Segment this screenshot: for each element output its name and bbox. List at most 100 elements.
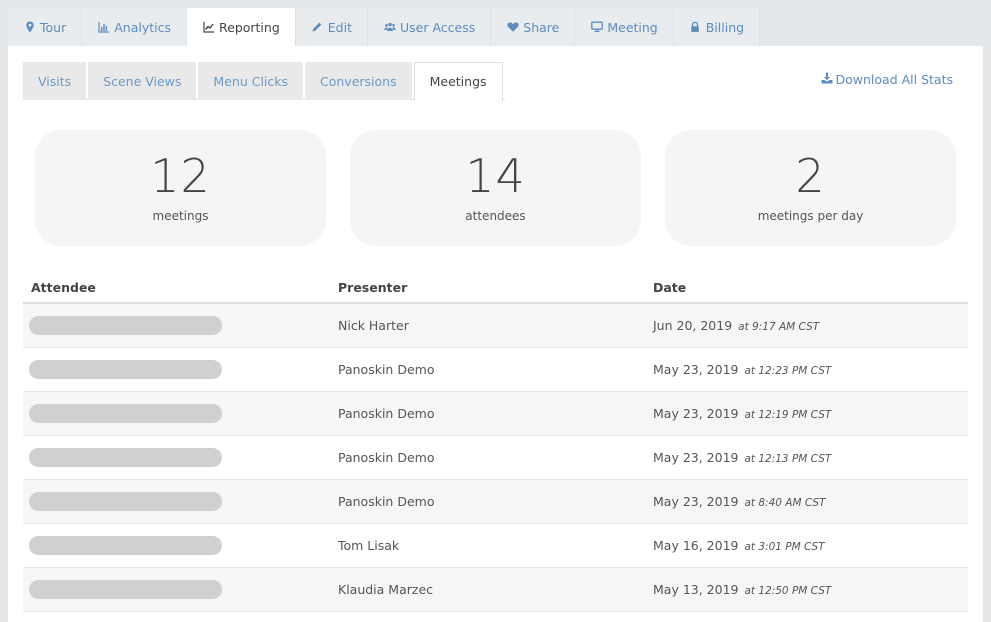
date-cell: May 23, 2019 at 12:23 PM CST xyxy=(653,362,968,377)
tab-analytics[interactable]: Analytics xyxy=(82,8,187,46)
subtab-meetings[interactable]: Meetings xyxy=(413,62,503,101)
presenter-cell: Panoskin Demo xyxy=(338,494,435,509)
tab-user-access[interactable]: User Access xyxy=(368,8,492,46)
tab-label: Reporting xyxy=(219,19,280,35)
presenter-cell: Panoskin Demo xyxy=(338,406,435,421)
presenter-cell: Tom Lisak xyxy=(338,538,400,553)
date-text: May 23, 2019 xyxy=(653,362,739,377)
date-text: May 23, 2019 xyxy=(653,450,739,465)
table-row: Nick Harter Jun 20, 2019 at 9:17 AM CST xyxy=(23,304,968,348)
stat-value: 14 xyxy=(465,149,526,203)
redacted-attendee-name xyxy=(29,536,222,555)
redacted-attendee-name xyxy=(29,404,222,423)
date-cell: May 16, 2019 at 3:01 PM CST xyxy=(653,538,968,553)
subtab-visits[interactable]: Visits xyxy=(23,62,87,100)
header-presenter: Presenter xyxy=(338,279,408,295)
table-row: Klaudia Marzec May 13, 2019 at 12:50 PM C… xyxy=(23,568,968,612)
attendee-cell xyxy=(23,316,338,335)
table-row: Panoskin Demo May 23, 2019 at 8:40 AM CST xyxy=(23,480,968,524)
tab-share[interactable]: Share xyxy=(491,8,576,46)
tab-billing[interactable]: Billing xyxy=(673,8,761,46)
header-date: Date xyxy=(653,279,687,295)
tab-label: Analytics xyxy=(114,19,171,35)
download-label: Download All Stats xyxy=(835,72,954,87)
tab-edit[interactable]: Edit xyxy=(295,8,368,46)
table-row: Panoskin Demo May 23, 2019 at 12:19 PM CS… xyxy=(23,392,968,436)
stat-card-meetings: 12 meetings xyxy=(35,130,326,246)
map-marker-icon xyxy=(23,21,36,33)
presenter-cell: Nick Harter xyxy=(338,318,409,333)
stat-value: 2 xyxy=(795,149,826,203)
time-text: at 12:13 PM CST xyxy=(744,453,832,465)
subtab-conversions[interactable]: Conversions xyxy=(305,62,412,100)
stat-value: 12 xyxy=(150,149,211,203)
tab-label: Edit xyxy=(327,19,352,35)
stat-card-attendees: 14 attendees xyxy=(350,130,641,246)
presenter-cell: Panoskin Demo xyxy=(338,450,435,465)
tab-label: Tour xyxy=(40,19,67,35)
attendee-cell xyxy=(23,360,338,379)
time-text: at 12:23 PM CST xyxy=(744,365,832,377)
redacted-attendee-name xyxy=(29,580,222,599)
redacted-attendee-name xyxy=(29,492,222,511)
page: Tour Analytics Reporting Edit User Acces… xyxy=(8,0,983,622)
reporting-panel: Visits Scene Views Menu Clicks Conversio… xyxy=(8,46,983,622)
time-text: at 9:17 AM CST xyxy=(738,321,820,333)
download-all-stats-link[interactable]: Download All Stats xyxy=(821,72,954,87)
table-header: Attendee Presenter Date xyxy=(23,272,968,304)
report-tab-bar: Visits Scene Views Menu Clicks Conversio… xyxy=(23,62,505,101)
tab-label: Share xyxy=(523,19,560,35)
date-text: May 23, 2019 xyxy=(653,494,739,509)
date-cell: May 23, 2019 at 12:13 PM CST xyxy=(653,450,968,465)
heart-icon xyxy=(506,21,519,33)
stat-card-meetings-per-day: 2 meetings per day xyxy=(665,130,956,246)
lock-icon xyxy=(689,21,702,33)
stat-label: meetings xyxy=(152,209,209,223)
date-cell: May 23, 2019 at 8:40 AM CST xyxy=(653,494,968,509)
tab-label: Meeting xyxy=(607,19,658,35)
attendee-cell xyxy=(23,404,338,423)
redacted-attendee-name xyxy=(29,448,222,467)
table-row: Panoskin Demo May 23, 2019 at 12:23 PM CS… xyxy=(23,348,968,392)
presenter-cell: Klaudia Marzec xyxy=(338,582,434,597)
time-text: at 12:50 PM CST xyxy=(744,585,832,597)
table-row: Panoskin Demo May 23, 2019 at 12:13 PM CS… xyxy=(23,436,968,480)
users-icon xyxy=(383,21,396,33)
attendee-cell xyxy=(23,492,338,511)
stats-summary: 12 meetings 14 attendees 2 meetings per … xyxy=(35,130,956,246)
time-text: at 3:01 PM CST xyxy=(744,541,825,553)
time-text: at 12:19 PM CST xyxy=(744,409,832,421)
pencil-icon xyxy=(311,21,324,33)
date-text: May 13, 2019 xyxy=(653,582,739,597)
subtab-scene-views[interactable]: Scene Views xyxy=(88,62,197,100)
presenter-cell: Panoskin Demo xyxy=(338,362,435,377)
date-text: May 16, 2019 xyxy=(653,538,739,553)
attendee-cell xyxy=(23,536,338,555)
monitor-icon xyxy=(590,21,603,33)
attendee-cell xyxy=(23,448,338,467)
subtab-menu-clicks[interactable]: Menu Clicks xyxy=(198,62,304,100)
meetings-table: Attendee Presenter Date Nick Harter Jun 2… xyxy=(23,272,968,612)
date-cell: Jun 20, 2019 at 9:17 AM CST xyxy=(653,318,968,333)
redacted-attendee-name xyxy=(29,316,222,335)
line-chart-icon xyxy=(202,21,215,33)
table-body: Nick Harter Jun 20, 2019 at 9:17 AM CST Pa… xyxy=(23,304,968,612)
date-cell: May 23, 2019 at 12:19 PM CST xyxy=(653,406,968,421)
tab-reporting[interactable]: Reporting xyxy=(187,8,296,46)
download-icon xyxy=(821,72,836,87)
date-cell: May 13, 2019 at 12:50 PM CST xyxy=(653,582,968,597)
attendee-cell xyxy=(23,580,338,599)
tab-label: Billing xyxy=(705,19,745,35)
stat-label: attendees xyxy=(465,209,526,223)
stat-label: meetings per day xyxy=(757,209,864,223)
table-row: Tom Lisak May 16, 2019 at 3:01 PM CST xyxy=(23,524,968,568)
top-tab-bar: Tour Analytics Reporting Edit User Acces… xyxy=(8,8,761,46)
bar-chart-icon xyxy=(97,21,110,33)
tab-meeting[interactable]: Meeting xyxy=(575,8,674,46)
date-text: Jun 20, 2019 xyxy=(653,318,733,333)
header-attendee: Attendee xyxy=(31,279,96,295)
redacted-attendee-name xyxy=(29,360,222,379)
time-text: at 8:40 AM CST xyxy=(744,497,826,509)
date-text: May 23, 2019 xyxy=(653,406,739,421)
tab-tour[interactable]: Tour xyxy=(8,8,83,46)
